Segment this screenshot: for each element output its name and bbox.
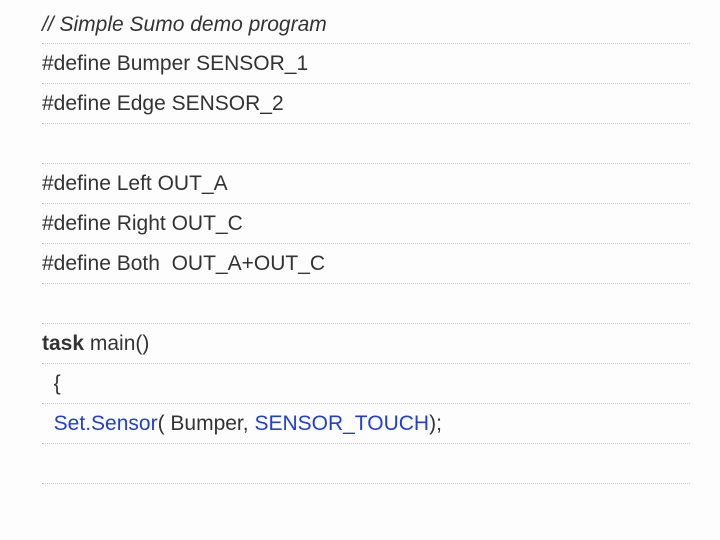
func-setsensor: Set.Sensor	[42, 412, 158, 436]
code-line-define-right: #define Right OUT_C	[42, 204, 690, 244]
slide-content: // Simple Sumo demo program #define Bump…	[0, 0, 720, 540]
code-line-blank-4	[42, 484, 690, 524]
args-open: ( Bumper,	[158, 412, 255, 436]
args-close: );	[429, 412, 442, 436]
text-main: main()	[84, 332, 149, 356]
code-line-task-main: task main()	[42, 324, 690, 364]
code-line-define-left: #define Left OUT_A	[42, 164, 690, 204]
const-sensor-touch: SENSOR_TOUCH	[254, 412, 429, 436]
code-line-open-brace: {	[42, 364, 690, 404]
code-line-blank-3	[42, 444, 690, 484]
keyword-task: task	[42, 332, 84, 356]
code-line-define-bumper: #define Bumper SENSOR_1	[42, 44, 690, 84]
code-line-define-both: #define Both OUT_A+OUT_C	[42, 244, 690, 284]
code-line-define-edge: #define Edge SENSOR_2	[42, 84, 690, 124]
code-line-comment: // Simple Sumo demo program	[42, 0, 690, 44]
code-line-setsensor: Set.Sensor( Bumper, SENSOR_TOUCH);	[42, 404, 690, 444]
code-line-blank-2	[42, 284, 690, 324]
code-line-blank-1	[42, 124, 690, 164]
